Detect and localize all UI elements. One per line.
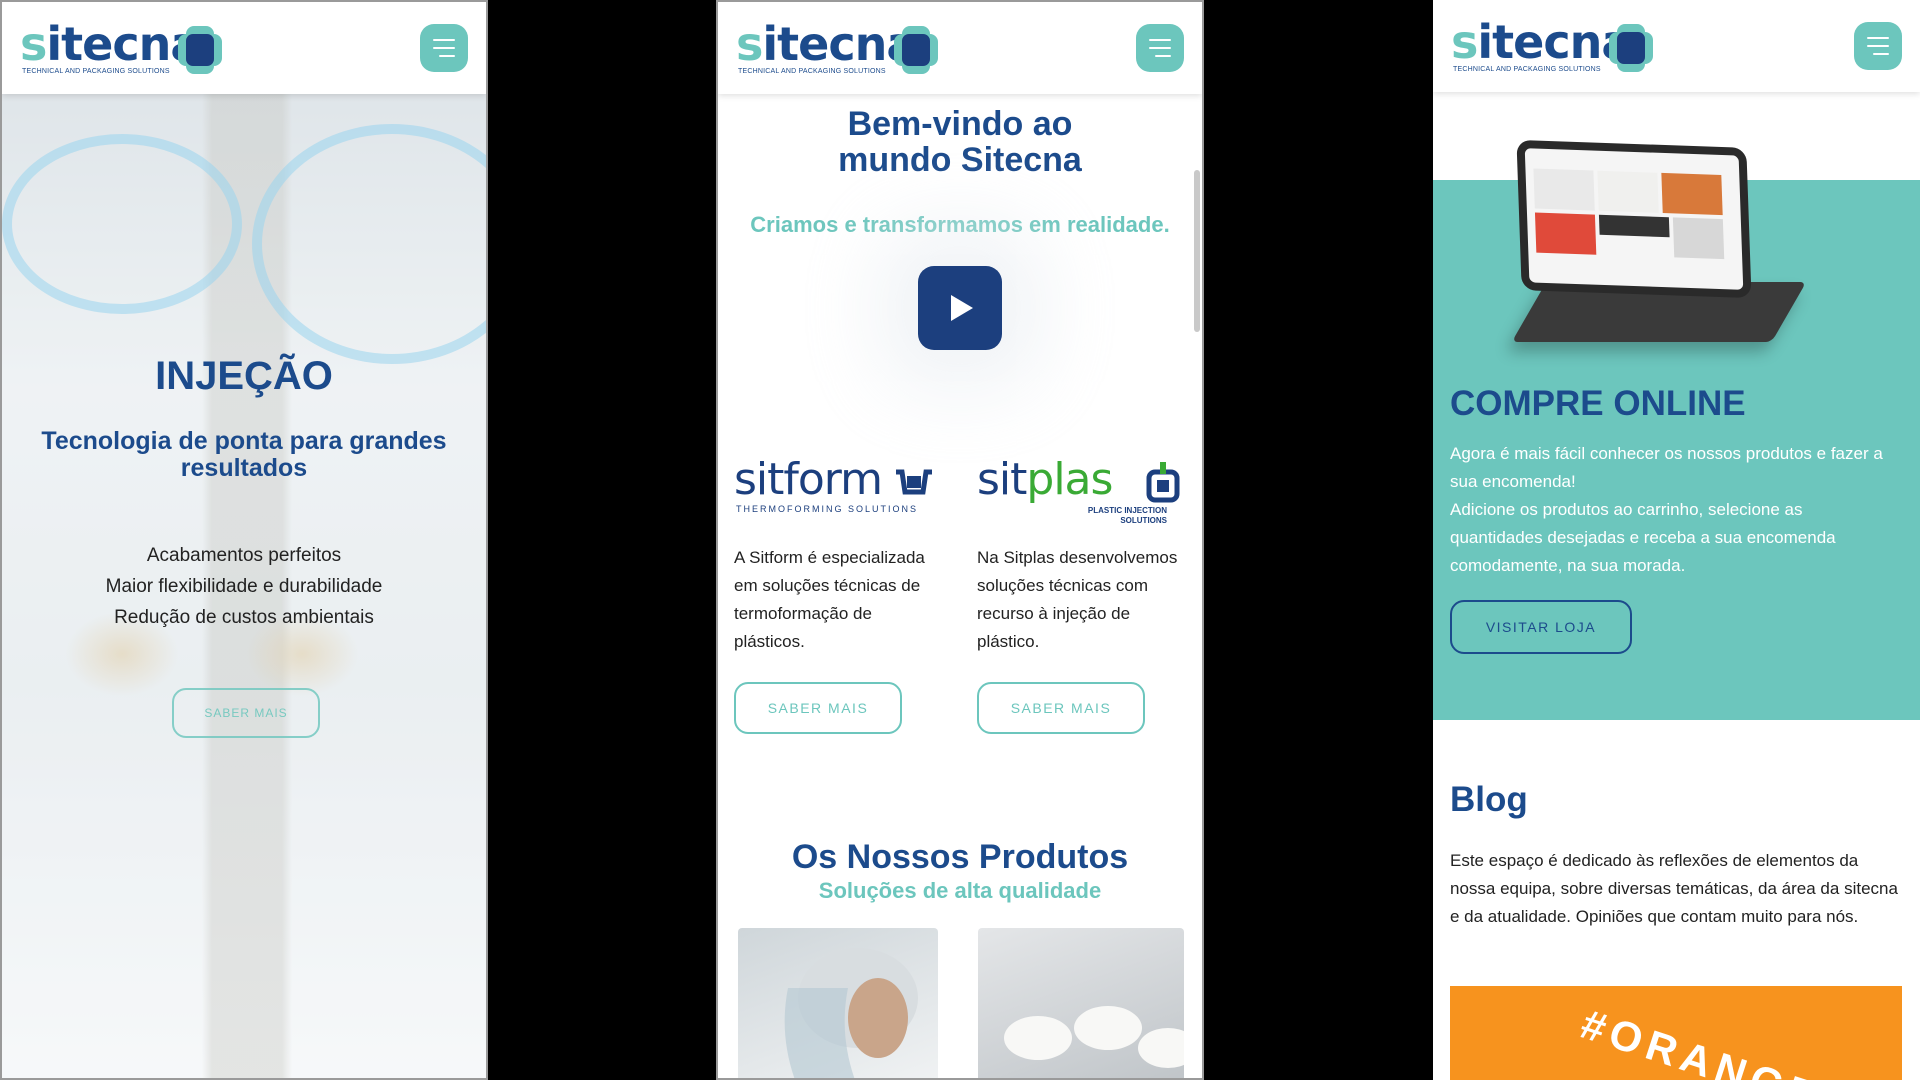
- sitform-logo-text: sitform: [734, 454, 883, 505]
- logo-mark-icon: [1609, 24, 1653, 72]
- hamburger-menu-icon: [433, 36, 455, 60]
- sitecna-logo[interactable]: sitecna TECHNICAL AND PACKAGING SOLUTION…: [1451, 18, 1671, 78]
- logo-tagline: TECHNICAL AND PACKAGING SOLUTIONS: [1453, 66, 1601, 73]
- tray-icon: [896, 469, 932, 495]
- feature-item: Redução de custos ambientais: [114, 607, 374, 628]
- phone-panel-shop: sitecna TECHNICAL AND PACKAGING SOLUTION…: [1433, 0, 1920, 1080]
- sitplas-learn-more-button[interactable]: SABER MAIS: [977, 682, 1145, 734]
- menu-button[interactable]: [1136, 24, 1184, 72]
- hero-subtitle: Tecnologia de ponta para grandes resulta…: [41, 427, 447, 482]
- product-card-face-shield[interactable]: [738, 928, 938, 1078]
- shop-description: Agora é mais fácil conhecer os nossos pr…: [1450, 440, 1890, 580]
- logo-tagline: TECHNICAL AND PACKAGING SOLUTIONS: [738, 68, 886, 75]
- blog-banner[interactable]: #ORANGE: [1450, 986, 1902, 1080]
- feature-item: Acabamentos perfeitos: [146, 545, 342, 566]
- sitplas-description: Na Sitplas desenvolvemos soluções técnic…: [977, 548, 1178, 651]
- hero-slide: INJEÇÃO Tecnologia de ponta para grandes…: [2, 94, 486, 1078]
- logo-mark-icon: [894, 26, 938, 74]
- sitplas-logo-green: plas: [1026, 454, 1113, 505]
- hero-title: INJEÇÃO: [155, 354, 333, 398]
- sitplas-logo: sitplas PLASTIC INJECTION SOLUTIONS: [977, 454, 1187, 534]
- play-icon: [951, 295, 973, 321]
- site-header: sitecna TECHNICAL AND PACKAGING SOLUTION…: [1433, 0, 1920, 92]
- hamburger-menu-icon: [1149, 36, 1171, 60]
- welcome-tagline: Criamos e transformamos em realidade.: [750, 212, 1170, 237]
- feature-item: Maior flexibilidade e durabilidade: [105, 576, 383, 597]
- tray-product-image: [1004, 1006, 1184, 1068]
- sitform-logo: sitform THERMOFORMING SOLUTIONS: [734, 454, 944, 534]
- sitecna-logo[interactable]: sitecna TECHNICAL AND PACKAGING SOLUTION…: [736, 20, 956, 80]
- sitform-learn-more-button[interactable]: SABER MAIS: [734, 682, 902, 734]
- hamburger-menu-icon: [1867, 34, 1889, 58]
- blog-title: Blog: [1450, 780, 1528, 819]
- menu-button[interactable]: [1854, 22, 1902, 70]
- sitform-card: sitform THERMOFORMING SOLUTIONS A Sitfor…: [734, 454, 944, 734]
- shop-title: COMPRE ONLINE: [1450, 384, 1746, 423]
- products-subtitle: Soluções de alta qualidade: [818, 878, 1102, 903]
- sitplas-logo-text: sitplas: [977, 454, 1113, 505]
- face-shield-image: [784, 948, 918, 1078]
- blog-description: Este espaço é dedicado às reflexões de e…: [1450, 851, 1898, 926]
- tablet-screen: [1524, 148, 1744, 290]
- logo-mark-icon: [178, 26, 222, 74]
- phone-panel-injection: sitecna TECHNICAL AND PACKAGING SOLUTION…: [0, 0, 488, 1080]
- injection-box-icon: [1146, 462, 1180, 503]
- video-play-button[interactable]: [918, 266, 1002, 350]
- scrollbar[interactable]: [1194, 170, 1200, 332]
- logo-wordmark: sitecna: [1451, 15, 1632, 69]
- phone-panel-welcome: sitecna TECHNICAL AND PACKAGING SOLUTION…: [716, 0, 1204, 1080]
- site-header: sitecna TECHNICAL AND PACKAGING SOLUTION…: [2, 2, 486, 94]
- visit-shop-button[interactable]: VISITAR LOJA: [1450, 600, 1632, 654]
- logo-wordmark: sitecna: [736, 17, 917, 71]
- shop-description-line: Adicione os produtos ao carrinho, seleci…: [1450, 500, 1836, 575]
- products-title: Os Nossos Produtos: [791, 838, 1129, 876]
- menu-button[interactable]: [420, 24, 468, 72]
- welcome-title: Bem-vindo ao mundo Sitecna: [838, 105, 1082, 179]
- product-card-tray[interactable]: [978, 928, 1184, 1078]
- sitform-logo-tag: THERMOFORMING SOLUTIONS: [736, 504, 919, 514]
- tablet-image: [1516, 139, 1752, 299]
- learn-more-button[interactable]: SABER MAIS: [172, 688, 320, 738]
- sitform-description: A Sitform é especializada em soluções té…: [734, 548, 925, 651]
- logo-tagline: TECHNICAL AND PACKAGING SOLUTIONS: [22, 68, 170, 75]
- sitecna-logo[interactable]: sitecna TECHNICAL AND PACKAGING SOLUTION…: [20, 20, 240, 80]
- site-header: sitecna TECHNICAL AND PACKAGING SOLUTION…: [718, 2, 1202, 94]
- sitplas-card: sitplas PLASTIC INJECTION SOLUTIONS Na S…: [977, 454, 1187, 734]
- shop-description-line: Agora é mais fácil conhecer os nossos pr…: [1450, 444, 1883, 491]
- sitplas-logo-tag: PLASTIC INJECTION SOLUTIONS: [1087, 506, 1167, 525]
- banner-hashtag: #ORANGE: [1575, 1000, 1828, 1080]
- feature-list: Acabamentos perfeitos Maior flexibilidad…: [2, 540, 486, 633]
- logo-wordmark: sitecna: [20, 17, 201, 71]
